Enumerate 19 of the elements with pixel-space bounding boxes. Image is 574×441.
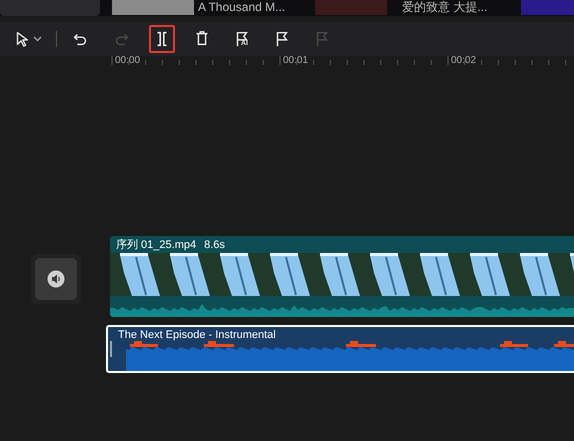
time-label: 00:01: [283, 55, 308, 67]
volume-button[interactable]: [35, 258, 77, 300]
split-button[interactable]: [149, 25, 175, 53]
trim-handle[interactable]: [110, 341, 112, 357]
thumbnail-placeholder[interactable]: [315, 0, 387, 15]
clip-duration: 8.6s: [204, 238, 225, 252]
thumbnail-placeholder[interactable]: [521, 0, 574, 15]
time-label: 00:00: [115, 55, 140, 67]
video-clip[interactable]: 序列 01_25.mp4 8.6s: [110, 236, 574, 317]
time-label: 00:02: [451, 55, 476, 67]
chevron-down-icon: [32, 36, 42, 42]
speaker-icon: [47, 270, 65, 288]
clip-name: The Next Episode - Instrumental: [118, 328, 276, 342]
media-title: 爱的致意 大提...: [402, 0, 488, 14]
media-title: A Thousand M...: [198, 0, 286, 14]
thumbnail-placeholder[interactable]: [112, 0, 194, 15]
audio-clip[interactable]: The Next Episode - Instrumental: [106, 325, 574, 373]
media-card[interactable]: [0, 0, 100, 16]
clip-name: 序列 01_25.mp4: [116, 238, 196, 252]
